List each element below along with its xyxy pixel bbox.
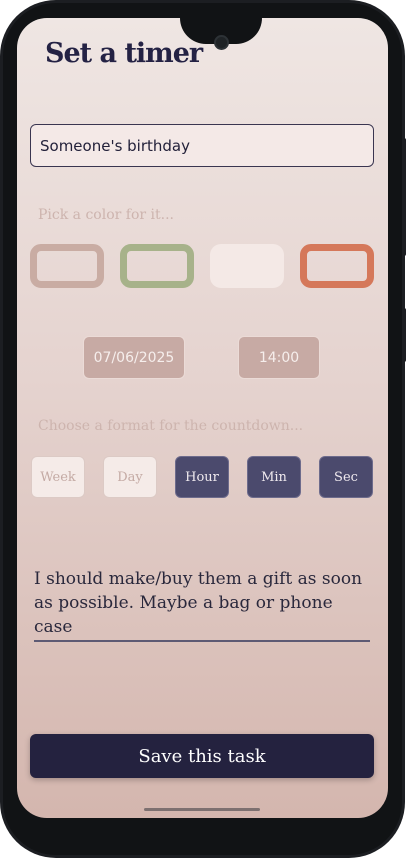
format-min-label: Min xyxy=(261,469,287,485)
page-title: Set a timer xyxy=(45,38,203,69)
color-hint: Pick a color for it... xyxy=(38,207,174,223)
format-day-button[interactable]: Day xyxy=(103,456,157,498)
power-button xyxy=(402,308,406,362)
color-swatch-orange[interactable] xyxy=(300,244,374,288)
format-sec-button[interactable]: Sec xyxy=(319,456,373,498)
date-picker-button[interactable]: 07/06/2025 xyxy=(83,336,185,379)
save-task-label: Save this task xyxy=(138,745,266,767)
date-value: 07/06/2025 xyxy=(93,349,175,366)
phone-frame: Set a timer Pick a color for it... 07/06… xyxy=(0,0,406,858)
format-week-label: Week xyxy=(40,469,76,485)
volume-button xyxy=(402,138,406,256)
note-textarea[interactable]: I should make/buy them a gift as soon as… xyxy=(34,567,370,642)
color-swatch-cream[interactable] xyxy=(210,244,284,288)
home-indicator[interactable] xyxy=(144,808,260,811)
format-day-label: Day xyxy=(117,469,143,485)
color-swatch-green[interactable] xyxy=(120,244,194,288)
format-hour-button[interactable]: Hour xyxy=(175,456,229,498)
format-hour-label: Hour xyxy=(185,469,219,485)
format-sec-label: Sec xyxy=(334,469,358,485)
format-hint: Choose a format for the countdown... xyxy=(38,418,304,434)
camera-icon xyxy=(214,35,229,50)
task-name-input[interactable] xyxy=(30,124,374,167)
format-week-button[interactable]: Week xyxy=(31,456,85,498)
save-task-button[interactable]: Save this task xyxy=(30,734,374,778)
app-screen: Set a timer Pick a color for it... 07/06… xyxy=(17,18,388,818)
format-min-button[interactable]: Min xyxy=(247,456,301,498)
color-swatch-beige[interactable] xyxy=(30,244,104,288)
time-value: 14:00 xyxy=(258,349,300,366)
time-picker-button[interactable]: 14:00 xyxy=(238,336,320,379)
